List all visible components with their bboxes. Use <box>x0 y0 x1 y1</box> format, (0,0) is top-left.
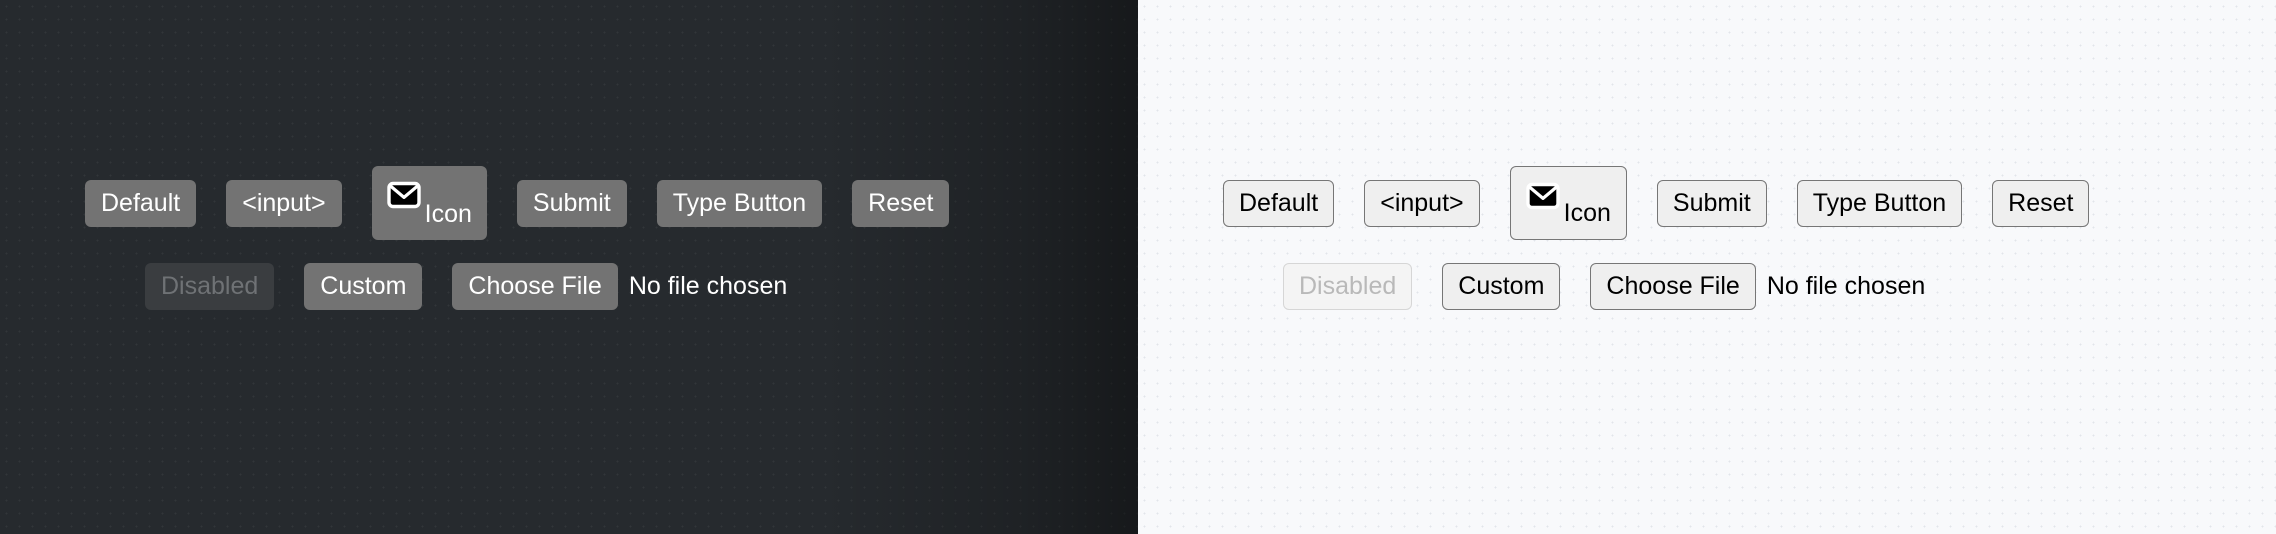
submit-button[interactable]: Submit <box>1656 179 1767 227</box>
light-theme-panel: Default <input> Icon Submit Type Button … <box>1138 0 2276 534</box>
light-panel-content: Default <input> Icon Submit Type Button … <box>1138 0 2276 310</box>
icon-button-label: Icon <box>1563 199 1611 227</box>
icon-button-label: Icon <box>424 200 472 228</box>
type-button[interactable]: Type Button <box>656 179 823 227</box>
file-status-text: No file chosen <box>628 271 788 300</box>
custom-button[interactable]: Custom <box>1442 262 1561 310</box>
file-status-text: No file chosen <box>1766 271 1926 300</box>
dark-button-row-primary: Default <input> Icon Submit Type Button … <box>0 166 1138 240</box>
submit-button[interactable]: Submit <box>516 179 627 227</box>
file-input[interactable]: Choose File No file chosen <box>1590 262 1926 310</box>
choose-file-button[interactable]: Choose File <box>452 262 618 310</box>
envelope-icon <box>1525 181 1560 211</box>
custom-button[interactable]: Custom <box>304 262 423 310</box>
light-button-row-secondary: Disabled Custom Choose File No file chos… <box>1138 262 2276 310</box>
dark-panel-content: Default <input> Icon Submit Type Button … <box>0 0 1138 310</box>
disabled-button: Disabled <box>145 262 275 310</box>
type-button[interactable]: Type Button <box>1796 179 1963 227</box>
default-button[interactable]: Default <box>1223 179 1335 227</box>
input-button[interactable]: <input> <box>1364 179 1480 227</box>
button-showcase-stage: Default <input> Icon Submit Type Button … <box>0 0 2276 534</box>
icon-button[interactable]: Icon <box>371 166 487 240</box>
light-button-row-primary: Default <input> Icon Submit Type Button … <box>1138 166 2276 240</box>
dark-button-row-secondary: Disabled Custom Choose File No file chos… <box>0 262 1138 310</box>
input-button[interactable]: <input> <box>226 179 342 227</box>
choose-file-button[interactable]: Choose File <box>1590 262 1756 310</box>
default-button[interactable]: Default <box>85 179 197 227</box>
reset-button[interactable]: Reset <box>852 179 950 227</box>
file-input[interactable]: Choose File No file chosen <box>452 262 788 310</box>
icon-button[interactable]: Icon <box>1509 166 1627 240</box>
disabled-button: Disabled <box>1283 262 1413 310</box>
reset-button[interactable]: Reset <box>1992 179 2090 227</box>
dark-theme-panel: Default <input> Icon Submit Type Button … <box>0 0 1138 534</box>
envelope-icon <box>386 180 421 210</box>
